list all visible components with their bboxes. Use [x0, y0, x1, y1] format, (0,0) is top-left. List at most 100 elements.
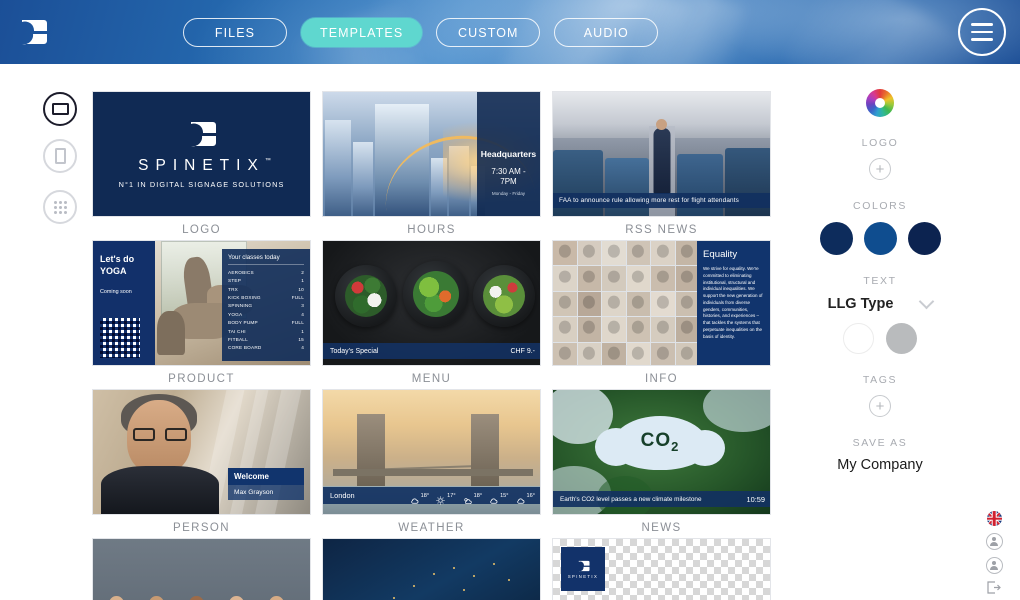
- main-nav: FILES TEMPLATES CUSTOM AUDIO: [183, 18, 659, 47]
- user-account-icon[interactable]: [985, 533, 1003, 550]
- nav-tab-label: FILES: [214, 25, 256, 40]
- template-card-info[interactable]: Equality We strive for equality. We're c…: [552, 240, 771, 389]
- template-thumbnail[interactable]: CO2 Earth's CO2 level passes a new clima…: [552, 389, 771, 515]
- template-card-hours[interactable]: Headquarters 7:30 AM - 7PM Monday - Frid…: [322, 91, 541, 240]
- qr-code-icon: [100, 318, 140, 358]
- template-thumbnail[interactable]: [322, 538, 541, 600]
- menu-special-label: Today's Special: [330, 347, 379, 355]
- hours-time-line1: 7:30 AM -: [491, 167, 526, 176]
- template-thumbnail[interactable]: Let's do YOGA Coming soon Your classes t…: [92, 240, 311, 366]
- trans-wordmark: SPINETIX: [567, 574, 599, 579]
- template-card-team[interactable]: [92, 538, 311, 600]
- color-swatch-2[interactable]: [863, 222, 897, 255]
- color-swatch-1[interactable]: [819, 222, 853, 255]
- class-row: YOGA 4: [228, 311, 304, 319]
- class-row: BODY PUMP FULL: [228, 319, 304, 327]
- template-thumbnail[interactable]: FAA to announce rule allowing more rest …: [552, 91, 771, 217]
- template-thumbnail[interactable]: Headquarters 7:30 AM - 7PM Monday - Frid…: [322, 91, 541, 217]
- spinetix-logo-icon: [577, 559, 590, 572]
- template-thumbnail[interactable]: [92, 538, 311, 600]
- portrait-orientation-icon[interactable]: [43, 139, 77, 173]
- forecast-temp: 18°: [420, 492, 430, 499]
- template-card-logo[interactable]: SPINETIX ™ N°1 IN DIGITAL SIGNAGE SOLUTIO…: [92, 91, 311, 240]
- salad-plate: [403, 261, 469, 327]
- logout-icon[interactable]: [987, 581, 1001, 594]
- uk-flag-icon[interactable]: [986, 511, 1002, 526]
- faces-mosaic: [553, 241, 699, 365]
- menu-price: CHF 9.-: [510, 347, 536, 355]
- template-card-label: NEWS: [641, 522, 682, 534]
- bridge-tower: [471, 414, 499, 488]
- hamburger-menu-icon[interactable]: [958, 8, 1006, 56]
- template-thumbnail[interactable]: SPINETIX ™ N°1 IN DIGITAL SIGNAGE SOLUTIO…: [92, 91, 311, 217]
- corner-icon-bar: [982, 511, 1006, 594]
- class-name: BODY PUMP: [228, 320, 258, 326]
- nav-tab-label: AUDIO: [583, 25, 629, 40]
- chevron-down-icon[interactable]: [919, 293, 935, 310]
- promo-line2: YOGA: [100, 266, 127, 277]
- color-wheel-icon[interactable]: [866, 89, 894, 117]
- template-card-data[interactable]: [322, 538, 541, 600]
- spinetix-logo-icon[interactable]: [18, 18, 48, 46]
- rss-headline-bar: FAA to announce rule allowing more rest …: [553, 193, 770, 208]
- color-swatch-3[interactable]: [907, 222, 941, 255]
- template-card-news[interactable]: CO2 Earth's CO2 level passes a new clima…: [552, 389, 771, 538]
- class-row: TAI CHI 1: [228, 328, 304, 336]
- template-card-label: PERSON: [173, 522, 230, 534]
- template-card-weather[interactable]: London 18° 17° 18° 15° 16° WEATHER: [322, 389, 541, 538]
- nav-tab-audio[interactable]: AUDIO: [554, 18, 659, 47]
- logo-section-label: LOGO: [861, 137, 899, 149]
- template-card-transparent[interactable]: SPINETIX: [552, 538, 771, 600]
- news-headline: Earth's CO2 level passes a new climate m…: [560, 495, 702, 503]
- sun-icon: [436, 492, 445, 505]
- class-name: SPINNING: [228, 303, 253, 309]
- text-color-swatches: [790, 323, 970, 354]
- spinetix-logo-badge: SPINETIX: [561, 547, 605, 591]
- template-thumbnail[interactable]: SPINETIX: [552, 538, 771, 600]
- text-color-swatch-2[interactable]: [886, 323, 917, 354]
- forecast-temp: 16°: [526, 492, 535, 499]
- class-value: FULL: [291, 320, 304, 326]
- save-as-label: SAVE AS: [852, 437, 908, 449]
- class-value: 4: [301, 345, 304, 351]
- nav-tab-templates[interactable]: TEMPLATES: [301, 18, 423, 47]
- template-card-rss-news[interactable]: FAA to announce rule allowing more rest …: [552, 91, 771, 240]
- template-thumbnail[interactable]: Equality We strive for equality. We're c…: [552, 240, 771, 366]
- add-tag-button[interactable]: +: [869, 395, 891, 417]
- nav-tab-label: TEMPLATES: [320, 25, 404, 40]
- text-type-selector[interactable]: LLG Type: [790, 293, 970, 312]
- promo-sub: Coming soon: [100, 289, 132, 296]
- template-card-label: WEATHER: [398, 522, 465, 534]
- template-thumbnail[interactable]: London 18° 17° 18° 15° 16°: [322, 389, 541, 515]
- save-as-value[interactable]: My Company: [790, 457, 970, 473]
- text-color-swatch-1[interactable]: [843, 323, 874, 354]
- template-thumbnail[interactable]: Welcome Max Grayson: [92, 389, 311, 515]
- welcome-box: Welcome Max Grayson: [228, 468, 304, 500]
- class-value: 10: [298, 286, 304, 292]
- grid-view-icon[interactable]: [43, 190, 77, 224]
- template-thumbnail[interactable]: Today's Special CHF 9.-: [322, 240, 541, 366]
- colors-section-label: COLORS: [853, 200, 907, 212]
- nav-tab-custom[interactable]: CUSTOM: [436, 18, 541, 47]
- hours-title: Headquarters: [480, 149, 537, 159]
- news-bar: Earth's CO2 level passes a new climate m…: [553, 491, 770, 507]
- add-logo-button[interactable]: +: [869, 158, 891, 180]
- cloud-icon: [516, 492, 525, 504]
- class-row: CORE BOARD 4: [228, 344, 304, 352]
- class-value: 1: [301, 278, 304, 284]
- landscape-orientation-icon[interactable]: [43, 92, 77, 126]
- template-card-product[interactable]: Let's do YOGA Coming soon Your classes t…: [92, 240, 311, 389]
- class-name: AEROBICS: [228, 270, 254, 275]
- nav-tab-files[interactable]: FILES: [183, 18, 287, 47]
- class-row: SPINNING 3: [228, 302, 304, 310]
- class-name: TRX: [228, 286, 238, 292]
- welcome-label: Welcome: [228, 468, 304, 485]
- classes-panel: Your classes today AEROBICS 2 STEP 1 TRX 10…: [222, 249, 310, 361]
- user-profile-icon[interactable]: [985, 557, 1003, 574]
- nav-tab-label: CUSTOM: [458, 25, 519, 40]
- template-card-person[interactable]: Welcome Max Grayson PERSON: [92, 389, 311, 538]
- template-card-menu[interactable]: Today's Special CHF 9.- MENU: [322, 240, 541, 389]
- brand-wordmark: SPINETIX ™: [138, 156, 271, 174]
- class-row: KICK BOXING FULL: [228, 294, 304, 302]
- class-row: TRX 10: [228, 286, 304, 294]
